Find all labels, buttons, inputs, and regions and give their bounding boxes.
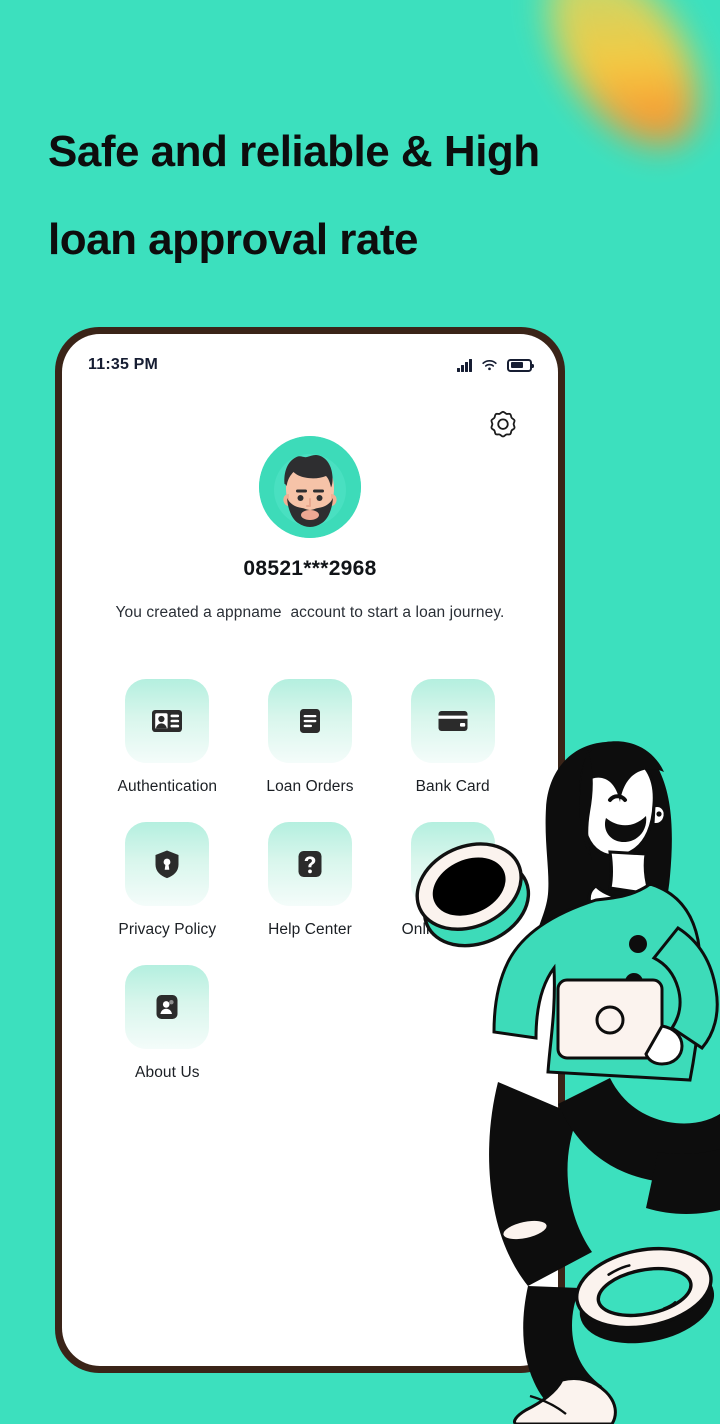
- status-bar: 11:35 PM: [62, 334, 558, 396]
- profile-tagline: You created a appname account to start a…: [115, 604, 505, 621]
- document-lines-icon: [299, 709, 320, 733]
- menu-item-label: Loan Orders: [266, 778, 354, 795]
- headline-line-2: loan approval rate: [48, 215, 419, 264]
- menu-tile: [125, 965, 210, 1049]
- menu-item-label: Authentication: [117, 778, 218, 795]
- menu-tile: [410, 679, 495, 763]
- menu-item-label: Bank Card: [415, 778, 490, 795]
- question-mark-icon: [298, 851, 322, 877]
- headline-line-1: Safe and reliable & High: [48, 127, 540, 176]
- menu-tile: [125, 822, 210, 906]
- menu-item-label: About Us: [135, 1064, 200, 1081]
- menu-item-bank-card[interactable]: Bank Card: [381, 679, 524, 796]
- status-bar-time: 11:35 PM: [88, 356, 159, 373]
- battery-icon: [507, 358, 534, 372]
- menu-item-label: Privacy Policy: [118, 921, 217, 938]
- phone-screen: 11:35 PM 08521***2968 You created a appn…: [62, 334, 558, 1366]
- menu-item-help-center[interactable]: Help Center: [239, 822, 382, 939]
- menu-item-label: Online Service: [401, 921, 504, 938]
- menu-tile: [267, 822, 352, 906]
- credit-card-icon: [438, 711, 468, 731]
- person-badge-icon: [156, 995, 178, 1019]
- avatar[interactable]: [259, 436, 361, 538]
- signal-bars-icon: [457, 358, 472, 372]
- phone-mockup-frame: 11:35 PM 08521***2968 You created a appn…: [55, 327, 565, 1373]
- menu-item-about-us[interactable]: About Us: [96, 965, 239, 1082]
- menu-item-privacy-policy[interactable]: Privacy Policy: [96, 822, 239, 939]
- wifi-icon: [482, 359, 497, 370]
- page-title: Safe and reliable & High loan approval r…: [48, 108, 668, 284]
- menu-tile: [267, 679, 352, 763]
- profile-phone-number: 08521***2968: [243, 557, 377, 580]
- id-card-icon: [152, 710, 183, 732]
- menu-grid: Authentication Loan Orders Bank Card Pri…: [96, 679, 524, 1082]
- user-avatar-bearded-man-icon: [259, 436, 361, 538]
- menu-tile: [410, 822, 495, 906]
- menu-tile: [125, 679, 210, 763]
- status-bar-icons: [457, 358, 534, 372]
- shield-lock-icon: [155, 850, 179, 879]
- menu-item-label: Help Center: [268, 921, 352, 938]
- menu-item-loan-orders[interactable]: Loan Orders: [239, 679, 382, 796]
- profile-section: 08521***2968: [62, 436, 558, 581]
- white-ring-illustration: [575, 1246, 715, 1344]
- menu-item-online-service[interactable]: Online Service: [381, 822, 524, 939]
- menu-item-authentication[interactable]: Authentication: [96, 679, 239, 796]
- headset-support-icon: [439, 851, 467, 875]
